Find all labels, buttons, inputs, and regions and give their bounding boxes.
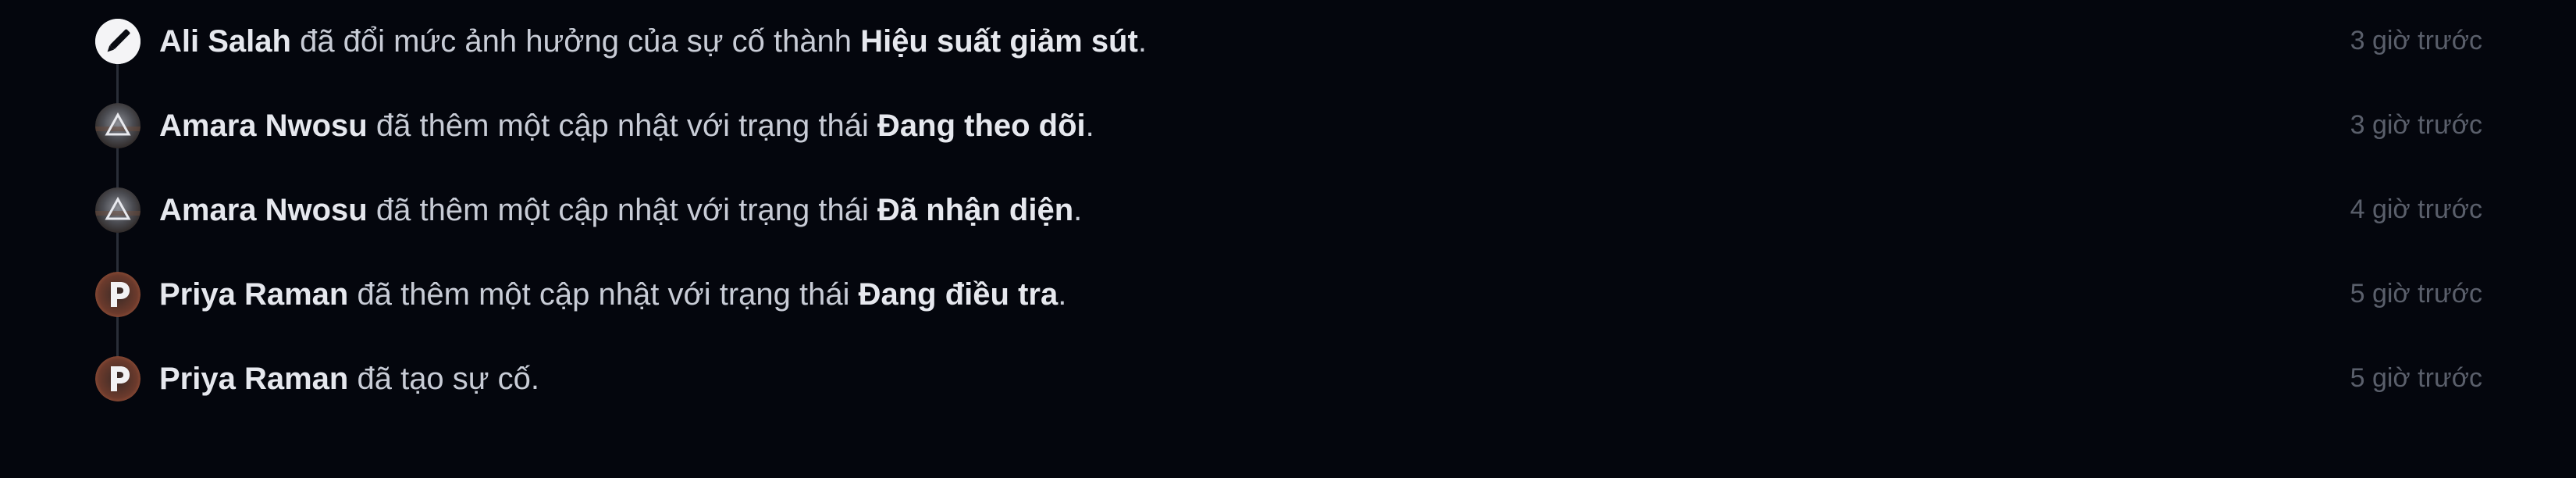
actor-name[interactable]: Amara Nwosu xyxy=(159,193,368,227)
entry-timestamp[interactable]: 3 giờ trước xyxy=(2350,108,2482,142)
avatar-priya-raman xyxy=(95,272,141,317)
status-value: Đang theo dõi xyxy=(877,109,1086,143)
entry-text: Priya Raman đã tạo sự cố. xyxy=(159,360,539,398)
action-text: đã đổi mức ảnh hưởng của sự cố thành xyxy=(300,24,852,59)
timeline-entry: Priya Raman đã tạo sự cố. 5 giờ trước xyxy=(0,337,2576,422)
entry-timestamp[interactable]: 3 giờ trước xyxy=(2350,23,2482,58)
entry-text: Ali Salah đã đổi mức ảnh hưởng của sự cố… xyxy=(159,23,1147,60)
action-text: đã thêm một cập nhật với trạng thái xyxy=(375,193,869,227)
actor-name[interactable]: Priya Raman xyxy=(159,277,348,312)
sentence-end: . xyxy=(1137,24,1147,59)
actor-name[interactable]: Amara Nwosu xyxy=(159,109,368,143)
avatar-amara-nwosu xyxy=(95,187,141,233)
sentence-end: . xyxy=(1073,193,1083,227)
avatar-amara-nwosu xyxy=(95,103,141,148)
status-value: Đang điều tra xyxy=(858,277,1059,312)
activity-timeline: Ali Salah đã đổi mức ảnh hưởng của sự cố… xyxy=(0,0,2576,478)
timeline-entry: Ali Salah đã đổi mức ảnh hưởng của sự cố… xyxy=(0,0,2576,84)
entry-text: Amara Nwosu đã thêm một cập nhật với trạ… xyxy=(159,107,1094,144)
entry-text: Amara Nwosu đã thêm một cập nhật với trạ… xyxy=(159,191,1082,229)
entry-timestamp[interactable]: 5 giờ trước xyxy=(2350,361,2482,395)
pencil-icon xyxy=(95,19,141,64)
timeline-entry: Amara Nwosu đã thêm một cập nhật với trạ… xyxy=(0,84,2576,169)
impact-value: Hiệu suất giảm sút xyxy=(860,24,1138,59)
timeline-entry: Amara Nwosu đã thêm một cập nhật với trạ… xyxy=(0,169,2576,253)
actor-name[interactable]: Priya Raman xyxy=(159,362,348,396)
action-text: đã thêm một cập nhật với trạng thái xyxy=(375,109,869,143)
timeline-entry: Priya Raman đã thêm một cập nhật với trạ… xyxy=(0,253,2576,337)
entry-text: Priya Raman đã thêm một cập nhật với trạ… xyxy=(159,276,1066,313)
sentence-end: . xyxy=(1085,109,1094,143)
action-text: đã thêm một cập nhật với trạng thái xyxy=(357,277,850,312)
actor-name[interactable]: Ali Salah xyxy=(159,24,291,59)
entry-timestamp[interactable]: 4 giờ trước xyxy=(2350,192,2482,227)
sentence-end: . xyxy=(1058,277,1067,312)
action-text: đã tạo sự cố. xyxy=(357,362,540,396)
entry-timestamp[interactable]: 5 giờ trước xyxy=(2350,276,2482,311)
status-value: Đã nhận diện xyxy=(877,193,1074,227)
avatar-priya-raman xyxy=(95,356,141,401)
